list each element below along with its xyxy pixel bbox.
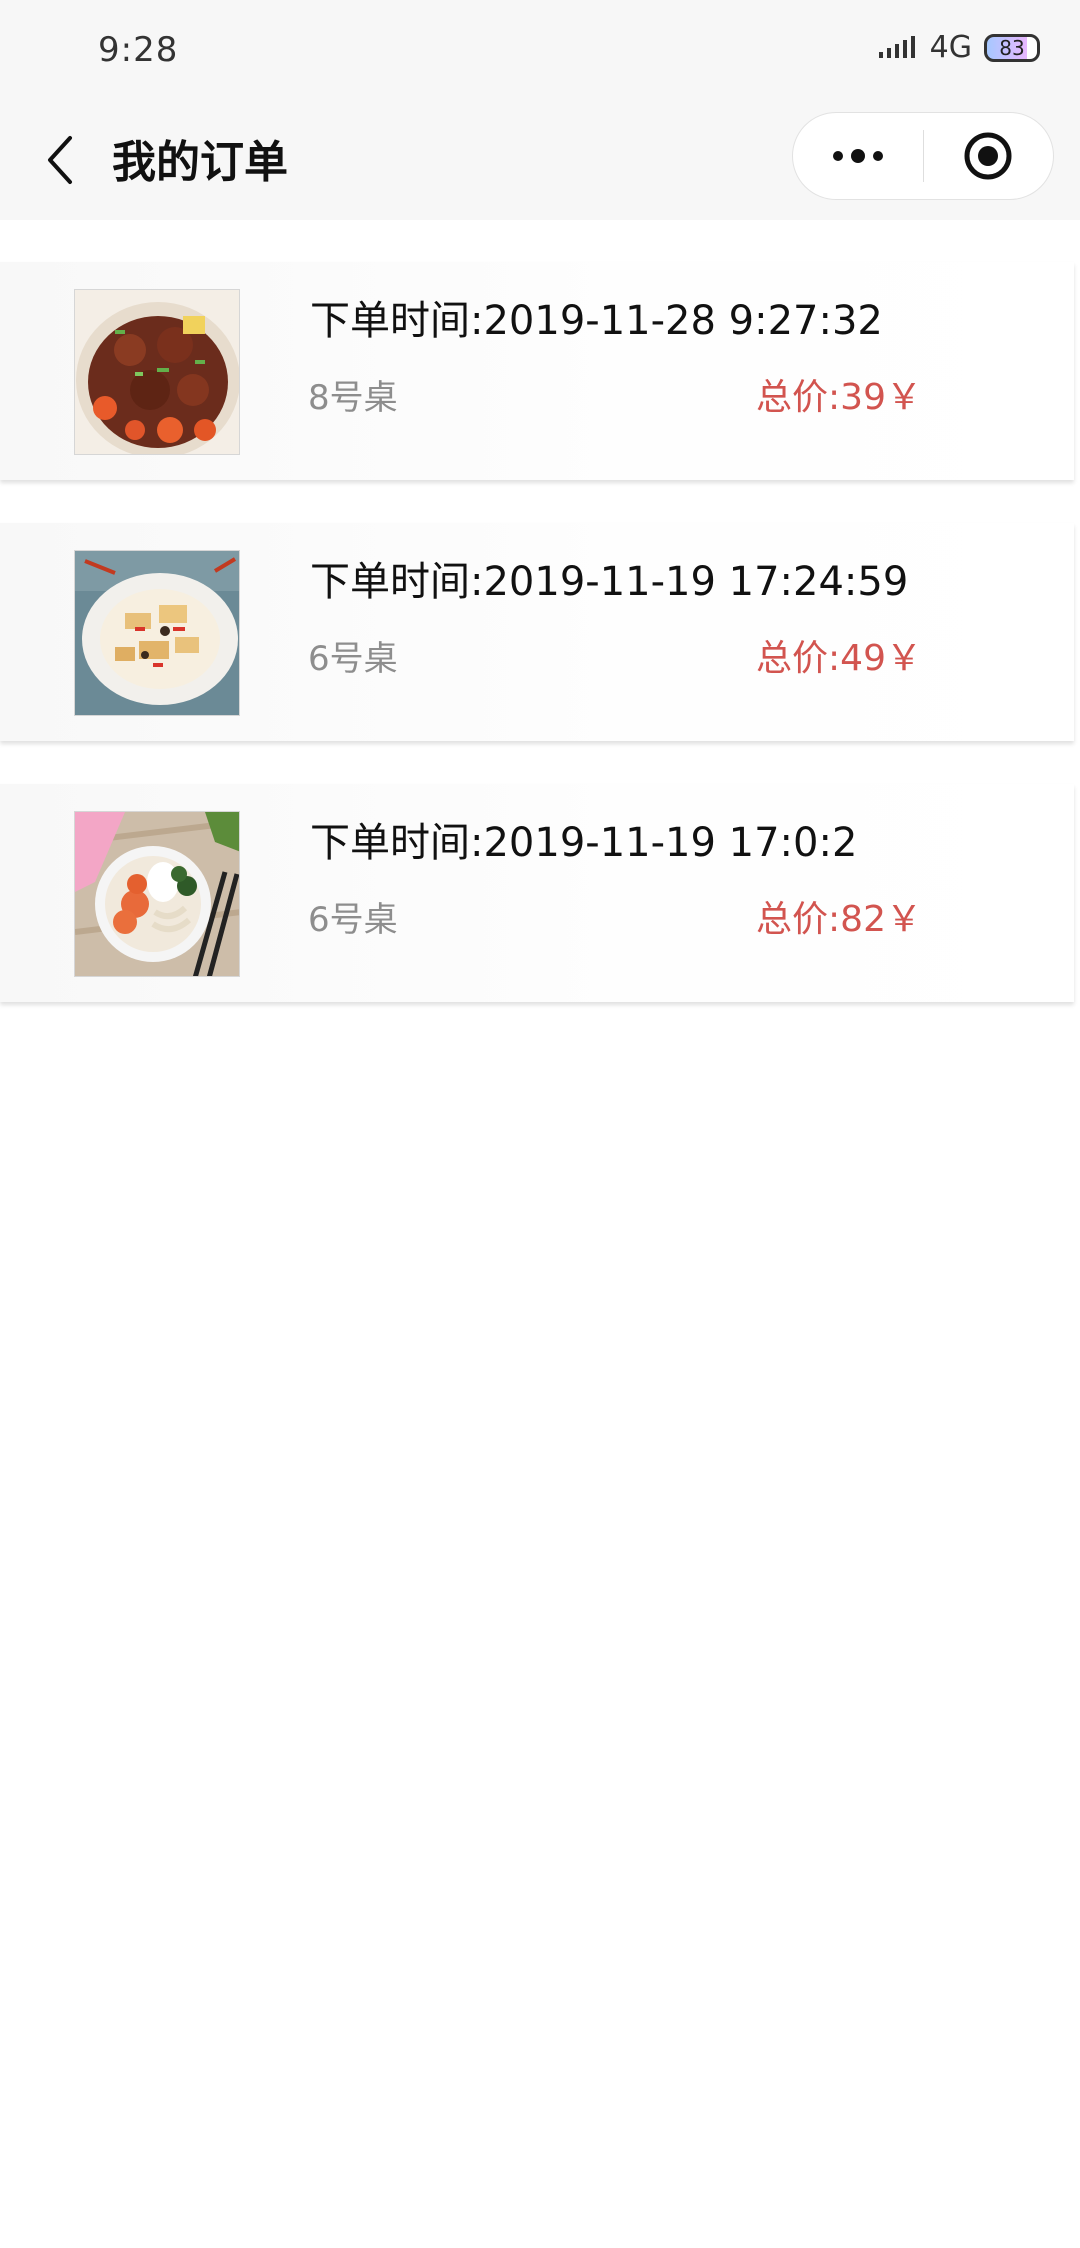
battery-level: 83 <box>999 35 1025 60</box>
more-dots-icon <box>832 149 883 163</box>
page-title: 我的订单 <box>112 137 288 188</box>
order-list: 下单时间:2019-11-28 9:27:32 8号桌 总价:39￥ 下单时间:… <box>0 262 1080 1045</box>
order-time: 下单时间:2019-11-28 9:27:32 <box>310 298 883 344</box>
order-total-price: 总价:49￥ <box>756 638 922 679</box>
status-indicators: 4G 83 <box>878 30 1040 65</box>
order-table-number: 6号桌 <box>308 900 398 940</box>
nav-bar: 我的订单 <box>0 100 1080 220</box>
back-button[interactable] <box>30 128 90 192</box>
close-button[interactable] <box>924 113 1054 199</box>
dish-image-stir-fry-tofu <box>74 550 240 716</box>
dish-image-shrimp-noodles <box>74 811 240 977</box>
order-table-number: 6号桌 <box>308 639 398 679</box>
more-button[interactable] <box>793 113 923 199</box>
network-type: 4G <box>929 30 972 65</box>
chevron-left-icon <box>48 136 72 184</box>
order-card[interactable]: 下单时间:2019-11-19 17:0:2 6号桌 总价:82￥ <box>0 784 1074 1002</box>
order-total-price: 总价:39￥ <box>756 377 922 418</box>
mini-program-capsule <box>792 112 1054 200</box>
status-bar: 9:28 4G 83 <box>0 0 1080 100</box>
battery-icon: 83 <box>984 33 1040 62</box>
status-time: 9:28 <box>98 30 179 70</box>
order-time: 下单时间:2019-11-19 17:0:2 <box>310 820 858 866</box>
order-card[interactable]: 下单时间:2019-11-19 17:24:59 6号桌 总价:49￥ <box>0 523 1074 741</box>
order-time: 下单时间:2019-11-19 17:24:59 <box>310 559 909 605</box>
order-total-price: 总价:82￥ <box>756 899 922 940</box>
target-close-icon <box>964 132 1012 180</box>
order-card[interactable]: 下单时间:2019-11-28 9:27:32 8号桌 总价:39￥ <box>0 262 1074 480</box>
dish-image-braised-ribs <box>74 289 240 455</box>
signal-icon <box>878 35 915 58</box>
order-table-number: 8号桌 <box>308 378 398 418</box>
